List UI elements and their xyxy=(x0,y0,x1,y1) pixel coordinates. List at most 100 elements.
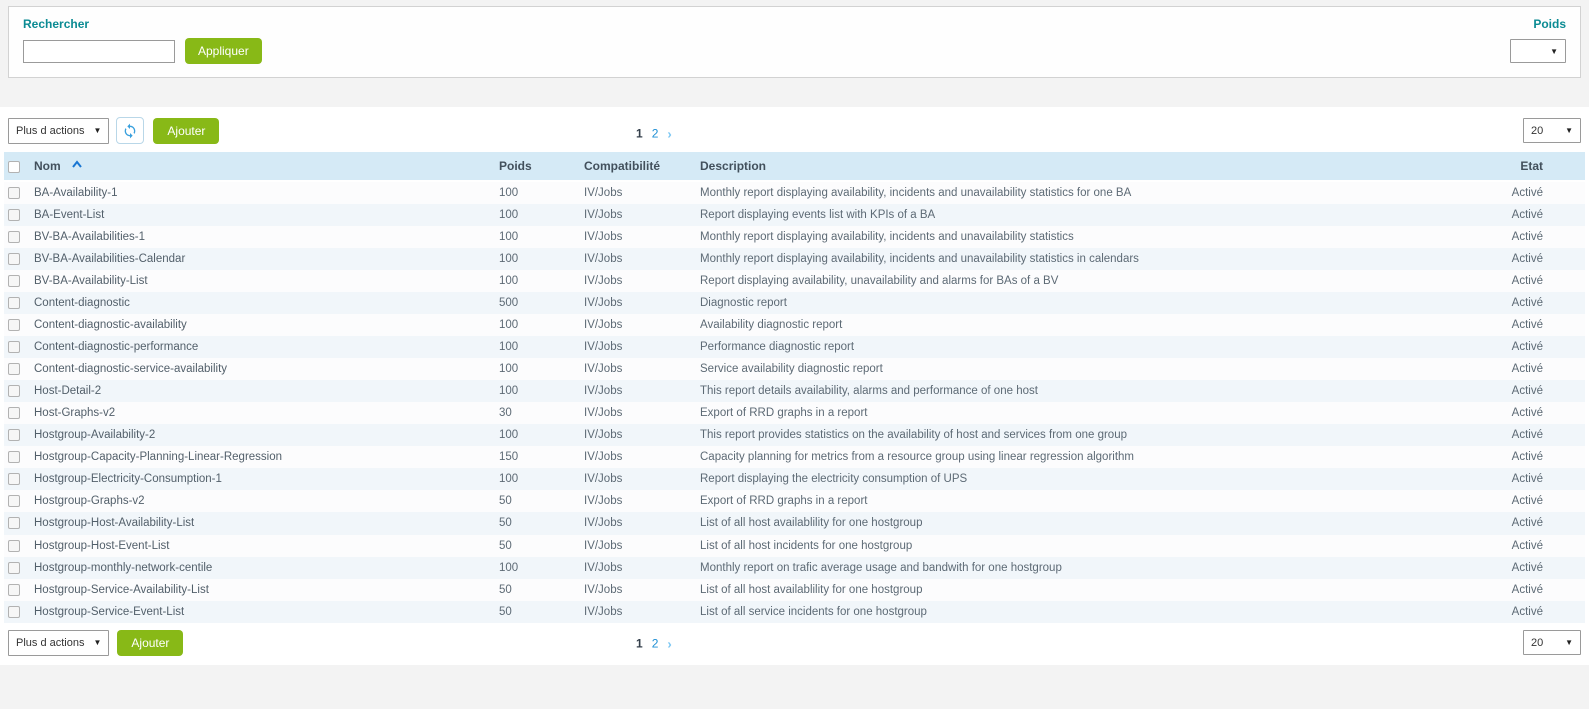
table-row[interactable]: Content-diagnostic-availability 100 IV/J… xyxy=(4,314,1585,336)
table-row[interactable]: Content-diagnostic-performance 100 IV/Jo… xyxy=(4,336,1585,358)
row-name[interactable]: BA-Availability-1 xyxy=(30,181,495,204)
search-area: Rechercher Appliquer xyxy=(23,17,262,64)
table-row[interactable]: Content-diagnostic-service-availability … xyxy=(4,358,1585,380)
next-page-icon[interactable]: › xyxy=(667,636,671,651)
row-checkbox[interactable] xyxy=(8,584,20,596)
row-name[interactable]: Hostgroup-Capacity-Planning-Linear-Regre… xyxy=(30,446,495,468)
table-row[interactable]: Hostgroup-Service-Availability-List 50 I… xyxy=(4,579,1585,601)
row-name[interactable]: BV-BA-Availabilities-1 xyxy=(30,226,495,248)
table-row[interactable]: Hostgroup-Host-Availability-List 50 IV/J… xyxy=(4,512,1585,534)
row-checkbox[interactable] xyxy=(8,517,20,529)
row-name[interactable]: BA-Event-List xyxy=(30,204,495,226)
row-name[interactable]: Hostgroup-Graphs-v2 xyxy=(30,490,495,512)
row-name[interactable]: Hostgroup-Host-Availability-List xyxy=(30,512,495,534)
apply-button[interactable]: Appliquer xyxy=(185,38,262,64)
row-name[interactable]: Hostgroup-Electricity-Consumption-1 xyxy=(30,468,495,490)
table-header-row: Nom Poids Compatibilité Description Etat xyxy=(4,152,1585,181)
row-name[interactable]: Hostgroup-Availability-2 xyxy=(30,424,495,446)
table-row[interactable]: Hostgroup-Availability-2 100 IV/Jobs Thi… xyxy=(4,424,1585,446)
row-name[interactable]: Host-Detail-2 xyxy=(30,380,495,402)
page-size-value: 20 xyxy=(1531,637,1543,649)
row-name[interactable]: BV-BA-Availabilities-Calendar xyxy=(30,248,495,270)
table-row[interactable]: Hostgroup-Electricity-Consumption-1 100 … xyxy=(4,468,1585,490)
row-name[interactable]: Hostgroup-Service-Event-List xyxy=(30,601,495,623)
refresh-button[interactable] xyxy=(116,117,144,144)
row-weight: 50 xyxy=(495,535,580,557)
row-checkbox[interactable] xyxy=(8,341,20,353)
table-body: BA-Availability-1 100 IV/Jobs Monthly re… xyxy=(4,181,1585,623)
row-weight: 100 xyxy=(495,226,580,248)
table-row[interactable]: Hostgroup-Graphs-v2 50 IV/Jobs Export of… xyxy=(4,490,1585,512)
row-state: Activé xyxy=(1435,336,1585,358)
table-row[interactable]: BV-BA-Availabilities-Calendar 100 IV/Job… xyxy=(4,248,1585,270)
row-checkbox[interactable] xyxy=(8,562,20,574)
row-checkbox[interactable] xyxy=(8,209,20,221)
add-button-bottom[interactable]: Ajouter xyxy=(117,630,183,656)
column-header-description[interactable]: Description xyxy=(696,152,1435,181)
table-row[interactable]: Content-diagnostic 500 IV/Jobs Diagnosti… xyxy=(4,292,1585,314)
row-name[interactable]: Content-diagnostic-service-availability xyxy=(30,358,495,380)
row-checkbox[interactable] xyxy=(8,606,20,618)
table-row[interactable]: BA-Availability-1 100 IV/Jobs Monthly re… xyxy=(4,181,1585,204)
report-templates-table: Nom Poids Compatibilité Description Etat… xyxy=(4,152,1585,623)
add-button[interactable]: Ajouter xyxy=(153,118,219,144)
page-1[interactable]: 1 xyxy=(636,637,643,651)
row-checkbox[interactable] xyxy=(8,187,20,199)
page-size-select-bottom[interactable]: 20 ▼ xyxy=(1523,630,1581,655)
row-checkbox[interactable] xyxy=(8,275,20,287)
row-checkbox[interactable] xyxy=(8,297,20,309)
row-checkbox[interactable] xyxy=(8,540,20,552)
next-page-icon[interactable]: › xyxy=(667,126,671,141)
row-checkbox[interactable] xyxy=(8,407,20,419)
column-header-etat[interactable]: Etat xyxy=(1435,152,1585,181)
more-actions-select[interactable]: Plus d actions ▼ xyxy=(8,118,109,144)
search-input[interactable] xyxy=(23,40,175,63)
row-description: Service availability diagnostic report xyxy=(696,358,1435,380)
row-weight: 100 xyxy=(495,248,580,270)
row-name[interactable]: BV-BA-Availability-List xyxy=(30,270,495,292)
row-checkbox[interactable] xyxy=(8,495,20,507)
table-row[interactable]: Host-Detail-2 100 IV/Jobs This report de… xyxy=(4,380,1585,402)
poids-filter-area: Poids ▼ xyxy=(1510,17,1566,63)
row-checkbox[interactable] xyxy=(8,319,20,331)
row-checkbox[interactable] xyxy=(8,473,20,485)
row-checkbox[interactable] xyxy=(8,451,20,463)
row-name[interactable]: Content-diagnostic-availability xyxy=(30,314,495,336)
page-1[interactable]: 1 xyxy=(636,127,643,141)
table-row[interactable]: BV-BA-Availability-List 100 IV/Jobs Repo… xyxy=(4,270,1585,292)
row-name[interactable]: Hostgroup-monthly-network-centile xyxy=(30,557,495,579)
row-description: List of all host availablility for one h… xyxy=(696,579,1435,601)
poids-select[interactable]: ▼ xyxy=(1510,39,1566,63)
page-size-select[interactable]: 20 ▼ xyxy=(1523,118,1581,143)
page-2[interactable]: 2 xyxy=(652,127,659,141)
table-row[interactable]: Hostgroup-Capacity-Planning-Linear-Regre… xyxy=(4,446,1585,468)
row-name[interactable]: Hostgroup-Host-Event-List xyxy=(30,535,495,557)
row-name[interactable]: Hostgroup-Service-Availability-List xyxy=(30,579,495,601)
row-checkbox[interactable] xyxy=(8,385,20,397)
table-row[interactable]: Hostgroup-Host-Event-List 50 IV/Jobs Lis… xyxy=(4,535,1585,557)
table-row[interactable]: Hostgroup-monthly-network-centile 100 IV… xyxy=(4,557,1585,579)
column-header-poids[interactable]: Poids xyxy=(495,152,580,181)
row-weight: 100 xyxy=(495,557,580,579)
table-row[interactable]: Hostgroup-Service-Event-List 50 IV/Jobs … xyxy=(4,601,1585,623)
page-2[interactable]: 2 xyxy=(652,637,659,651)
select-all-checkbox[interactable] xyxy=(8,161,20,173)
row-compatibility: IV/Jobs xyxy=(580,490,696,512)
row-name[interactable]: Host-Graphs-v2 xyxy=(30,402,495,424)
row-description: This report provides statistics on the a… xyxy=(696,424,1435,446)
toolbar-bottom: Plus d actions ▼ Ajouter 1 2 › 20 ▼ xyxy=(4,623,1585,665)
table-row[interactable]: BA-Event-List 100 IV/Jobs Report display… xyxy=(4,204,1585,226)
sort-ascending-icon[interactable] xyxy=(71,160,83,169)
row-name[interactable]: Content-diagnostic xyxy=(30,292,495,314)
column-header-nom[interactable]: Nom xyxy=(34,159,61,173)
row-checkbox[interactable] xyxy=(8,231,20,243)
table-row[interactable]: BV-BA-Availabilities-1 100 IV/Jobs Month… xyxy=(4,226,1585,248)
row-name[interactable]: Content-diagnostic-performance xyxy=(30,336,495,358)
more-actions-select-bottom[interactable]: Plus d actions ▼ xyxy=(8,630,109,656)
row-state: Activé xyxy=(1435,601,1585,623)
row-checkbox[interactable] xyxy=(8,363,20,375)
row-checkbox[interactable] xyxy=(8,253,20,265)
column-header-compatibilite[interactable]: Compatibilité xyxy=(580,152,696,181)
table-row[interactable]: Host-Graphs-v2 30 IV/Jobs Export of RRD … xyxy=(4,402,1585,424)
row-checkbox[interactable] xyxy=(8,429,20,441)
